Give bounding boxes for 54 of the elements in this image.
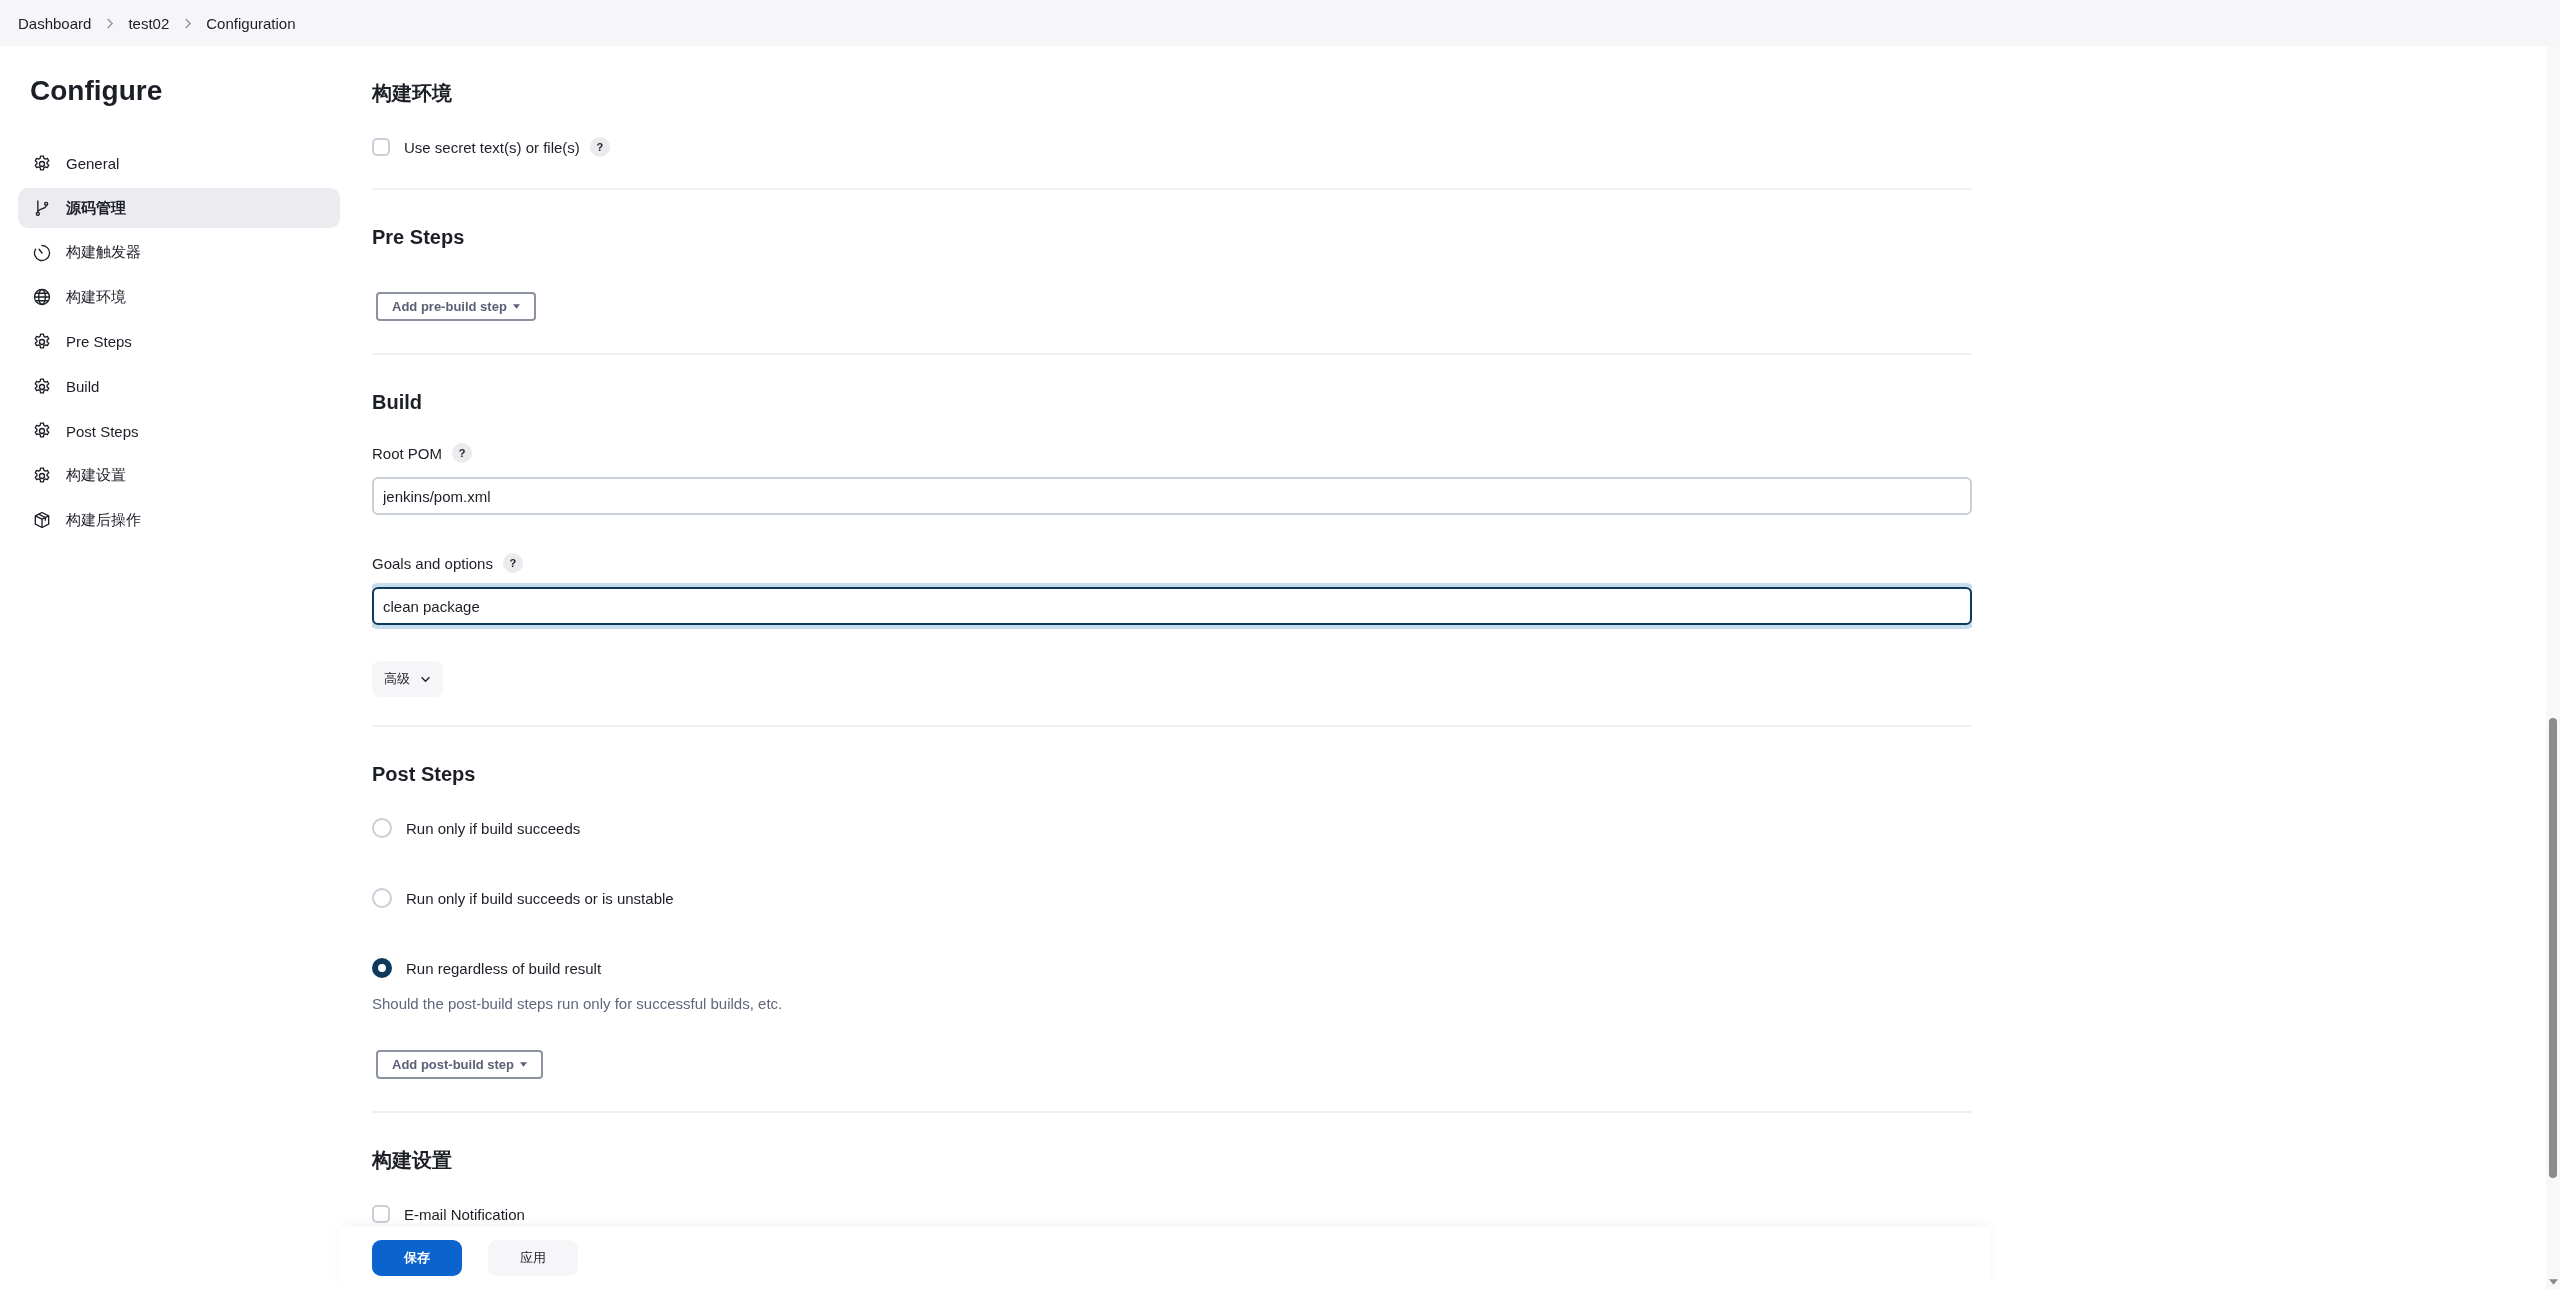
scrollbar[interactable] [2546, 46, 2560, 1289]
scroll-down-icon[interactable] [2549, 1279, 2558, 1285]
add-step-button[interactable]: Add pre-build step [376, 292, 536, 321]
checkbox[interactable] [372, 138, 390, 156]
section-heading: 构建环境 [372, 81, 453, 106]
field-label: Goals and options [372, 554, 493, 572]
radio-button[interactable] [372, 958, 392, 978]
advanced-button[interactable]: 高级 [372, 661, 443, 697]
sidebar-item[interactable]: 构建设置 [18, 455, 340, 496]
caret-icon [512, 304, 520, 309]
text-field[interactable]: jenkins/pom.xml [372, 477, 1972, 515]
sidebar-item[interactable]: Post Steps [18, 411, 340, 452]
breadcrumb-link[interactable]: test02 [128, 14, 170, 32]
sidebar-item[interactable]: General [18, 143, 340, 184]
help-button[interactable]: ? [502, 553, 523, 573]
section-heading: Post Steps [372, 762, 477, 787]
section-heading: 构建设置 [372, 1148, 453, 1173]
help-button[interactable]: ? [452, 443, 473, 463]
timer-icon [32, 242, 52, 263]
sidebar-item[interactable]: 源码管理 [18, 188, 340, 229]
gear-icon [32, 465, 52, 486]
checkbox[interactable] [372, 1205, 390, 1223]
checkbox-label: E-mail Notification [404, 1205, 525, 1223]
gear-icon [32, 153, 52, 174]
caret-icon [520, 1062, 528, 1067]
apply-button[interactable]: 应用 [488, 1240, 578, 1276]
section-heading: Pre Steps [372, 225, 466, 250]
sidebar-item[interactable]: Pre Steps [18, 321, 340, 362]
checkbox-label: Use secret text(s) or file(s) [404, 138, 580, 156]
help-text: Should the post-build steps run only for successful builds, etc. [372, 995, 784, 1012]
breadcrumb-link[interactable]: Configuration [206, 14, 296, 32]
save-button[interactable]: 保存 [372, 1240, 462, 1276]
chevron-down-icon [420, 675, 431, 683]
sidebar-item[interactable]: 构建环境 [18, 277, 340, 318]
chevron-right-icon [183, 16, 193, 30]
gear-icon [32, 331, 52, 352]
help-button[interactable]: ? [589, 137, 610, 157]
page-title: Configure [30, 74, 164, 108]
sidebar-item[interactable]: 构建后操作 [18, 500, 340, 541]
radio-label: Run only if build succeeds [406, 819, 581, 837]
sidebar-item[interactable]: 构建触发器 [18, 232, 340, 273]
field-label: Root POM [372, 444, 443, 462]
box-icon [32, 510, 52, 531]
section-heading: Build [372, 390, 423, 415]
radio-label: Run only if build succeeds or is unstable [406, 889, 674, 907]
scrollbar-thumb[interactable] [2549, 718, 2557, 1178]
breadcrumb-link[interactable]: Dashboard [18, 14, 92, 32]
gear-icon [32, 376, 52, 397]
sidebar-item[interactable]: Build [18, 366, 340, 407]
add-step-button[interactable]: Add post-build step [376, 1050, 544, 1079]
chevron-right-icon [105, 16, 115, 30]
text-field[interactable]: clean package [372, 587, 1972, 625]
radio-label: Run regardless of build result [406, 959, 602, 977]
globe-icon [32, 287, 52, 308]
